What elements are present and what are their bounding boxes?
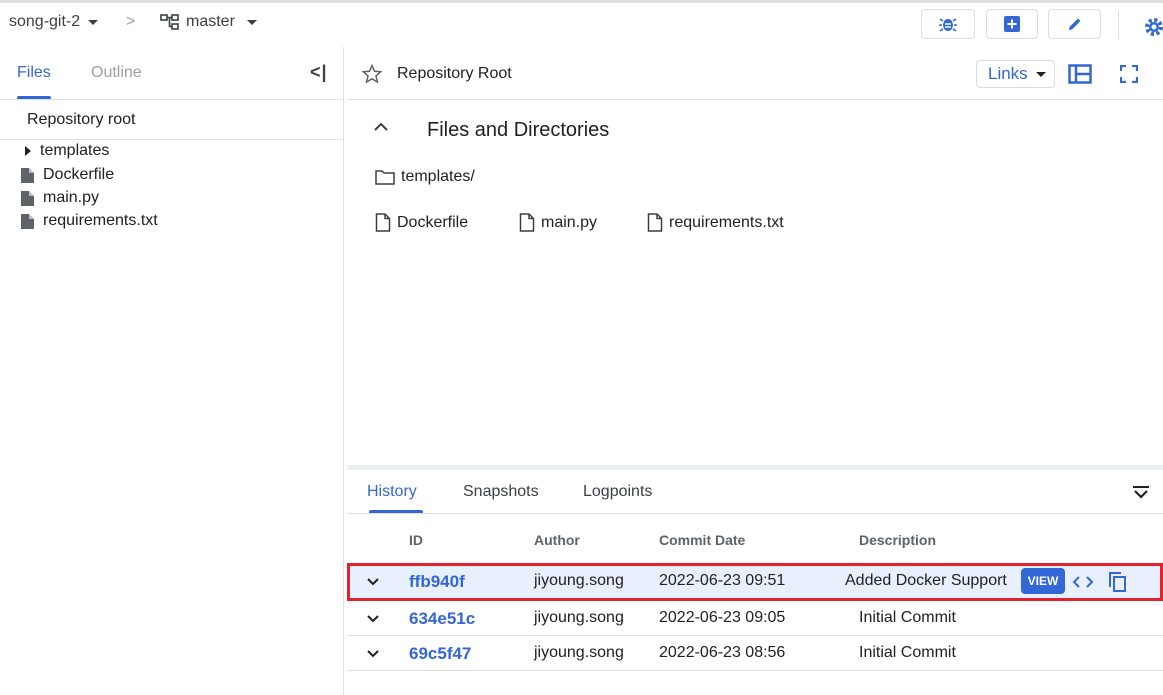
- commit-author: jiyoung.song: [534, 644, 624, 661]
- file-outline-icon: [647, 213, 663, 232]
- file-label: requirements.txt: [669, 213, 784, 231]
- table-row[interactable]: 634e51c jiyoung.song 2022-06-23 09:05 In…: [347, 601, 1163, 636]
- file-explorer-sidebar: Files Outline <| Repository root templat…: [0, 47, 344, 695]
- commit-description: Added Docker Support: [845, 572, 1007, 589]
- branch-name: master: [186, 13, 235, 30]
- commit-author: jiyoung.song: [534, 572, 624, 589]
- commit-id-link[interactable]: 634e51c: [409, 609, 475, 629]
- tree-item-requirements[interactable]: requirements.txt: [20, 212, 158, 230]
- commit-date: 2022-06-23 09:05: [659, 609, 786, 626]
- gear-icon[interactable]: [1143, 16, 1163, 38]
- bug-icon: [939, 18, 957, 32]
- history-tabs: History Snapshots Logpoints: [347, 470, 1163, 514]
- breadcrumb-separator-icon: >: [126, 13, 136, 30]
- repo-name: song-git-2: [9, 13, 81, 30]
- folder-item-templates[interactable]: templates/: [375, 168, 475, 186]
- layout-icon[interactable]: [1068, 64, 1092, 84]
- file-item-requirements[interactable]: requirements.txt: [647, 213, 784, 232]
- chevron-down-icon[interactable]: [366, 577, 380, 587]
- collapse-sidebar-icon[interactable]: <|: [310, 62, 328, 83]
- pencil-icon: [1068, 18, 1080, 30]
- file-item-main-py[interactable]: main.py: [519, 213, 597, 232]
- tree-item-dockerfile[interactable]: Dockerfile: [20, 166, 114, 184]
- main-panel: Repository Root Links Files and Director…: [347, 47, 1163, 465]
- file-outline-icon: [375, 213, 391, 232]
- commit-date: 2022-06-23 08:56: [659, 644, 786, 661]
- file-icon: [21, 167, 34, 183]
- folder-icon: [375, 170, 395, 185]
- active-tab-indicator: [369, 510, 423, 513]
- chevron-down-icon: [1035, 71, 1046, 77]
- file-icon: [21, 213, 34, 229]
- caret-right-icon: [25, 146, 31, 156]
- column-header-date: Commit Date: [659, 532, 746, 548]
- file-icon: [21, 190, 34, 206]
- add-box-icon: [1004, 16, 1020, 32]
- view-button[interactable]: VIEW: [1021, 568, 1065, 594]
- copy-icon[interactable]: [1107, 571, 1127, 593]
- fullscreen-icon[interactable]: [1120, 65, 1138, 83]
- tab-files[interactable]: Files: [17, 64, 51, 82]
- branch-icon: [160, 14, 179, 30]
- tab-outline[interactable]: Outline: [91, 64, 142, 82]
- commit-author: jiyoung.song: [534, 609, 624, 626]
- file-item-dockerfile[interactable]: Dockerfile: [375, 213, 468, 232]
- table-row[interactable]: ffb940f jiyoung.song 2022-06-23 09:51 Ad…: [347, 563, 1163, 601]
- star-icon[interactable]: [362, 64, 382, 84]
- chevron-up-icon[interactable]: [373, 121, 389, 133]
- tab-snapshots[interactable]: Snapshots: [463, 483, 539, 501]
- sidebar-tabs: Files Outline <|: [0, 47, 343, 100]
- branch-selector[interactable]: master: [160, 13, 257, 31]
- tree-item-templates[interactable]: templates: [24, 142, 109, 160]
- chevron-down-icon[interactable]: [366, 614, 380, 624]
- tree-item-main-py[interactable]: main.py: [20, 189, 99, 207]
- links-dropdown[interactable]: Links: [976, 60, 1055, 88]
- commit-id-link[interactable]: 69c5f47: [409, 644, 471, 664]
- chevron-down-icon: [88, 19, 99, 25]
- commit-id-link[interactable]: ffb940f: [409, 572, 465, 592]
- add-button[interactable]: [986, 9, 1038, 39]
- table-row[interactable]: 69c5f47 jiyoung.song 2022-06-23 08:56 In…: [347, 636, 1163, 671]
- file-label: Dockerfile: [397, 213, 469, 231]
- repository-root-item[interactable]: Repository root: [0, 100, 343, 140]
- active-tab-indicator: [17, 96, 51, 99]
- tree-item-label: templates: [40, 142, 110, 159]
- folder-label: templates/: [401, 168, 475, 185]
- tree-item-label: Dockerfile: [43, 166, 115, 183]
- tree-item-label: main.py: [43, 189, 100, 206]
- commit-date: 2022-06-23 09:51: [659, 572, 786, 589]
- links-label: Links: [988, 64, 1028, 83]
- history-panel: History Snapshots Logpoints ID Author Co…: [347, 470, 1163, 695]
- tree-item-label: requirements.txt: [43, 212, 158, 229]
- collapse-panel-icon[interactable]: [1132, 485, 1150, 501]
- tab-logpoints[interactable]: Logpoints: [583, 483, 652, 501]
- column-header-id: ID: [409, 532, 423, 548]
- page-title: Repository Root: [397, 65, 512, 82]
- file-label: main.py: [541, 213, 598, 231]
- top-bar: song-git-2 > master: [0, 0, 1163, 47]
- chevron-down-icon[interactable]: [366, 649, 380, 659]
- commit-description: Initial Commit: [859, 644, 956, 661]
- column-header-description: Description: [859, 532, 937, 548]
- commit-description: Initial Commit: [859, 609, 956, 626]
- edit-button[interactable]: [1048, 9, 1101, 39]
- chevron-down-icon: [246, 19, 257, 25]
- debug-button[interactable]: [921, 9, 975, 39]
- column-header-author: Author: [534, 532, 580, 548]
- files-section-title: Files and Directories: [427, 119, 610, 141]
- repo-selector[interactable]: song-git-2: [9, 13, 99, 31]
- tab-history[interactable]: History: [367, 483, 417, 501]
- file-outline-icon: [519, 213, 535, 232]
- main-header: Repository Root Links: [347, 47, 1163, 100]
- toolbar-divider: [1118, 11, 1119, 39]
- code-icon[interactable]: [1072, 574, 1094, 590]
